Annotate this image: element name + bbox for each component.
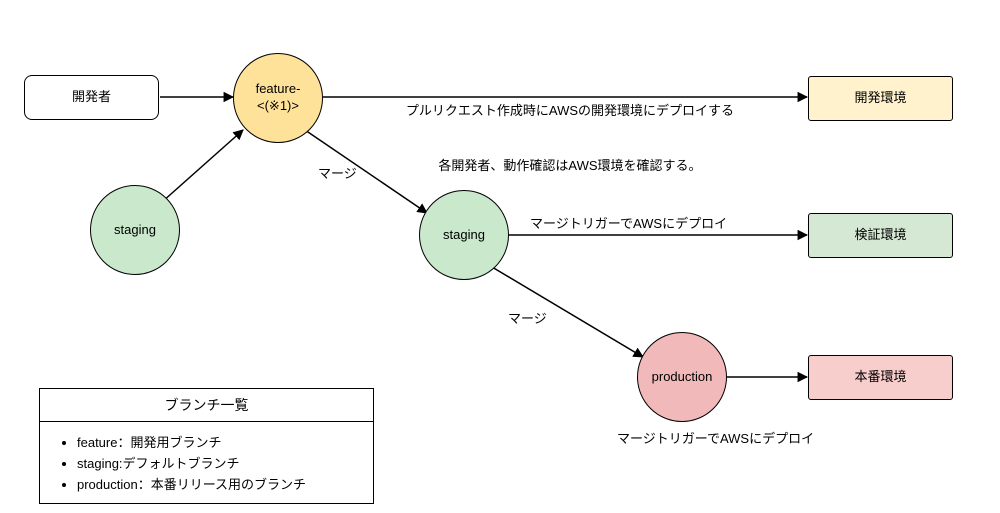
prd-deploy-label: マージトリガーでAWSにデプロイ [617, 430, 814, 448]
stg-env-box: 検証環境 [808, 213, 953, 258]
production-node: production [637, 332, 727, 422]
prd-env-box: 本番環境 [808, 355, 953, 400]
legend-body: feature：開発用ブランチ staging:デフォルトブランチ produc… [40, 422, 373, 503]
feature-label-1: feature- [256, 81, 301, 98]
stg-deploy-label: マージトリガーでAWSにデプロイ [530, 215, 727, 233]
feature-label-2: <(※1)> [257, 98, 299, 115]
pr-deploy-label: プルリクエスト作成時にAWSの開発環境にデプロイする 各開発者、動作確認はAWS… [350, 66, 790, 193]
merge-feature-to-staging-label: マージ [318, 165, 357, 183]
legend-title: ブランチ一覧 [40, 389, 373, 422]
pr-deploy-line1: プルリクエスト作成時にAWSの開発環境にデプロイする [350, 102, 790, 120]
dev-env-box: 開発環境 [808, 76, 953, 121]
feature-branch-node: feature- <(※1)> [233, 53, 323, 143]
staging-left-node: staging [90, 185, 180, 275]
legend-item: feature：開発用ブランチ [77, 432, 363, 451]
branch-legend: ブランチ一覧 feature：開発用ブランチ staging:デフォルトブランチ… [39, 388, 374, 504]
staging-mid-node: staging [419, 190, 509, 280]
legend-item: staging:デフォルトブランチ [77, 453, 363, 472]
legend-item: production：本番リリース用のブランチ [77, 474, 363, 493]
merge-staging-to-production-label: マージ [508, 310, 547, 328]
pr-deploy-line2: 各開発者、動作確認はAWS環境を確認する。 [350, 157, 790, 175]
developer-box: 開発者 [24, 75, 159, 120]
